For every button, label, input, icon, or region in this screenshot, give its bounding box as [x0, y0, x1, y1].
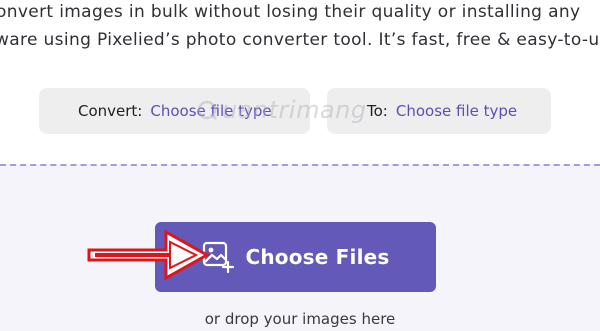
- convert-from-select[interactable]: Convert: Choose file type: [39, 88, 310, 134]
- intro-text: onvert images in bulk without losing the…: [0, 0, 600, 70]
- convert-to-select[interactable]: To: Choose file type: [327, 88, 551, 134]
- convert-file-type-value[interactable]: Choose file type: [150, 102, 271, 120]
- choose-files-label: Choose Files: [245, 245, 390, 269]
- to-label: To:: [367, 102, 388, 120]
- intro-line-2: ware using Pixelied’s photo converter to…: [0, 30, 600, 50]
- drop-hint-text: or drop your images here: [204, 310, 396, 328]
- red-arrow-right-icon: [87, 229, 211, 281]
- convert-label: Convert:: [78, 102, 143, 120]
- intro-line-1: onvert images in bulk without losing the…: [0, 2, 581, 22]
- to-file-type-value[interactable]: Choose file type: [396, 102, 517, 120]
